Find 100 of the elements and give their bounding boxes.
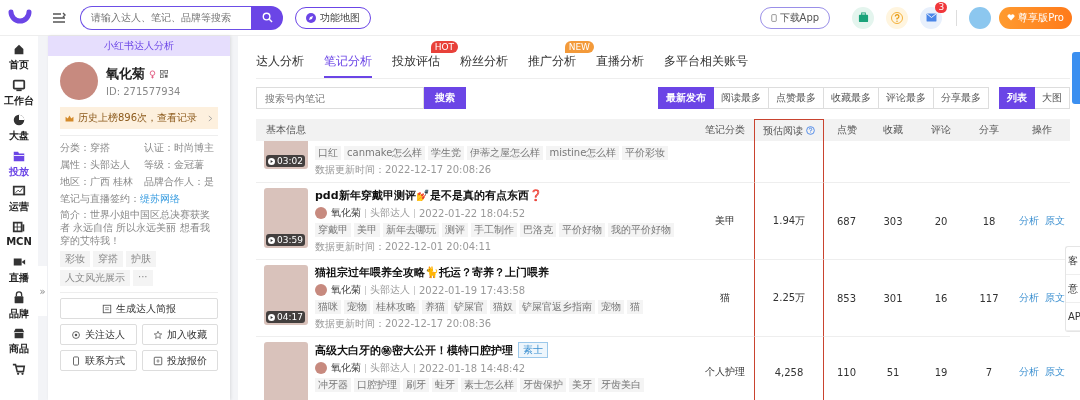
table-action-link[interactable]: 原文 <box>1044 365 1065 379</box>
note-title[interactable]: 高级大白牙的㊙密大公开！模特口腔护理 <box>315 342 513 358</box>
cart-icon <box>12 361 26 376</box>
profile-attribute: 分类：穿搭 <box>60 141 111 155</box>
note-tag: 猫 <box>627 300 643 314</box>
table-cell: 117 <box>965 260 1013 337</box>
tab[interactable]: 推广分析 <box>528 50 576 78</box>
price-tag-icon <box>152 355 163 366</box>
sort-option[interactable]: 评论最多 <box>879 87 934 109</box>
sort-option[interactable]: 阅读最多 <box>714 87 769 109</box>
feature-map-button[interactable]: 功能地图 <box>295 6 371 29</box>
note-tag: 伊蒂之屋怎么样 <box>467 146 544 160</box>
nav-item[interactable]: MCN <box>6 219 32 255</box>
tab[interactable]: 笔记分析 <box>324 50 372 78</box>
view-option[interactable]: 列表 <box>999 87 1035 109</box>
note-tag: 素士怎么样 <box>461 378 517 392</box>
table-action-link[interactable]: 分析 <box>1018 214 1039 228</box>
profile-action-button[interactable]: 联系方式 <box>60 350 137 371</box>
video-thumbnail[interactable] <box>264 342 308 400</box>
profile-action-button[interactable]: 生成达人简报 <box>60 298 218 319</box>
note-tag: 宠物 <box>598 300 624 314</box>
profile-attribute: 属性：头部达人 <box>60 158 131 172</box>
view-option[interactable]: 大图 <box>1035 87 1070 109</box>
side-tool[interactable]: 意 <box>1066 275 1080 303</box>
author-name: 氧化菊 <box>331 283 361 297</box>
nav-item[interactable]: 工作台 <box>4 77 34 113</box>
column-header: 笔记分类 <box>696 119 754 141</box>
chevron-right-icon <box>208 114 213 122</box>
sort-option[interactable]: 收藏最多 <box>824 87 879 109</box>
sort-option[interactable]: 分享最多 <box>934 87 989 109</box>
nav-item[interactable]: 首页 <box>9 42 29 78</box>
column-header: 操作 <box>1013 119 1070 141</box>
phone-icon <box>71 355 82 366</box>
table-cell: 687 <box>824 183 869 260</box>
nav-item[interactable]: 大盘 <box>9 113 29 149</box>
video-thumbnail[interactable]: 03:59 <box>264 188 308 248</box>
video-thumbnail[interactable]: 04:17 <box>264 265 308 325</box>
star-icon <box>152 329 163 340</box>
profile-action-button[interactable]: 投放报价 <box>141 350 218 371</box>
sort-option[interactable]: 最新发布 <box>658 87 714 109</box>
update-time: 数据更新时间：2022-12-17 20:08:26 <box>315 163 493 177</box>
author-avatar <box>315 362 327 374</box>
note-search-field[interactable]: 搜索号内笔记 <box>256 87 424 109</box>
note-tag: 桂林攻略 <box>373 300 419 314</box>
author-name: 氧化菊 <box>331 206 361 220</box>
crown-icon <box>65 114 74 122</box>
note-search-button[interactable]: 搜索 <box>424 87 466 109</box>
side-tool[interactable]: AP <box>1066 303 1080 331</box>
tab[interactable]: 直播分析 <box>596 50 644 78</box>
help-icon[interactable] <box>806 126 815 135</box>
download-app-button[interactable]: 下载App <box>759 6 831 29</box>
tab[interactable]: 达人分析 <box>256 50 304 78</box>
note-tag: 穿戴甲 <box>315 223 351 237</box>
help-button[interactable] <box>886 6 909 29</box>
compass-icon <box>306 12 316 23</box>
author-name: 氧化菊 <box>331 361 361 375</box>
ranking-history-link[interactable]: 历史上榜896次，查看记录 <box>60 107 218 129</box>
collapse-toggle[interactable]: » <box>38 266 47 316</box>
profile-attribute: 认证：时尚博主 <box>144 141 215 155</box>
note-title[interactable]: pdd新年穿戴甲测评💅是不是真的有点东西❓ <box>315 188 543 203</box>
search-button[interactable] <box>251 5 283 30</box>
profile-action-button[interactable]: 关注达人 <box>60 324 137 345</box>
tab[interactable]: 粉丝分析 <box>460 50 508 78</box>
note-tag: 蛀牙 <box>432 378 458 392</box>
note-title[interactable]: 猫祖宗过年喂养全攻略🐈托运？寄养？上门喂养 <box>315 265 549 280</box>
nav-item[interactable]: 投放 <box>9 148 29 184</box>
toolbox-button[interactable] <box>852 6 875 29</box>
tab[interactable]: 投放评估 <box>392 50 440 78</box>
play-icon <box>268 236 275 244</box>
side-tool[interactable]: 客 <box>1066 247 1080 275</box>
search-icon <box>261 12 273 23</box>
table-cell: 2.25万 <box>754 260 824 337</box>
video-thumbnail[interactable]: 03:02 <box>264 141 308 169</box>
table-action-link[interactable]: 分析 <box>1018 365 1039 379</box>
nav-item[interactable]: 直播 <box>9 255 29 291</box>
column-header: 分享 <box>965 119 1013 141</box>
table-cell: 18 <box>965 183 1013 260</box>
profile-id: ID: 271577934 <box>106 86 181 97</box>
nav-item[interactable]: 品牌 <box>9 290 29 326</box>
profile-action-button[interactable]: 加入收藏 <box>141 324 218 345</box>
table-cell: 7 <box>965 337 1013 400</box>
toolbox-icon <box>857 12 869 23</box>
search-field[interactable]: 请输入达人、笔记、品牌等搜索 <box>80 5 251 30</box>
table-action-link[interactable]: 分析 <box>1018 291 1039 305</box>
table-action-link[interactable]: 原文 <box>1044 214 1065 228</box>
user-avatar[interactable] <box>969 6 992 29</box>
notification-count: 3 <box>935 1 948 13</box>
column-header: 基本信息 <box>256 119 696 141</box>
author-avatar <box>315 284 327 296</box>
nav-item[interactable]: 运营 <box>9 184 29 220</box>
nav-item[interactable]: 商品 <box>9 326 29 362</box>
note-tag: 宠物 <box>344 300 370 314</box>
table-action-link[interactable]: 原文 <box>1044 291 1065 305</box>
qr-code-icon[interactable] <box>160 70 168 78</box>
note-tag: 测评 <box>442 223 468 237</box>
sort-option[interactable]: 点赞最多 <box>769 87 824 109</box>
note-tag: 铲屎官 <box>451 300 487 314</box>
tab[interactable]: 多平台相关账号 <box>664 50 748 78</box>
menu-icon[interactable] <box>52 11 66 24</box>
table-cell: 19 <box>917 337 965 400</box>
